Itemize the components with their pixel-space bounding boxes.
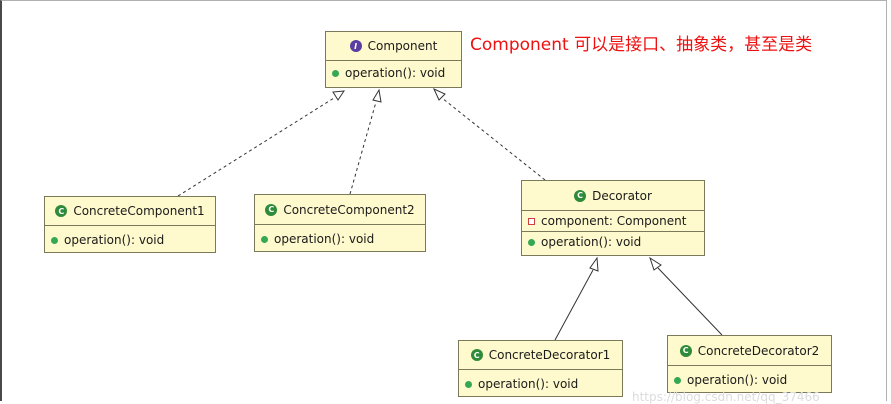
- realization-edge-cc1: [177, 97, 335, 197]
- method-signature: operation(): void: [478, 377, 579, 391]
- class-name: Decorator: [592, 188, 652, 203]
- private-field-icon: [528, 217, 535, 225]
- class-concrete-decorator-2[interactable]: C ConcreteDecorator2 operation(): void: [667, 335, 832, 393]
- class-name: ConcreteDecorator1: [488, 348, 611, 362]
- class-icon: C: [470, 349, 483, 361]
- class-header: C ConcreteDecorator1: [459, 341, 622, 370]
- annotation-note: Component 可以是接口、抽象类，甚至是类: [470, 35, 813, 55]
- method-row: operation(): void: [528, 234, 698, 250]
- class-name: Component: [367, 39, 438, 53]
- method-row: operation(): void: [332, 65, 455, 81]
- generalization-edge-cd2: [657, 267, 723, 336]
- public-method-icon: [465, 380, 472, 388]
- arrowhead-decorator: [432, 87, 446, 101]
- arrowhead-cd2: [649, 256, 662, 271]
- method-signature: operation(): void: [541, 235, 642, 249]
- method-row: operation(): void: [465, 376, 616, 392]
- class-name: ConcreteDecorator2: [697, 343, 820, 358]
- methods-section: operation(): void: [668, 366, 831, 391]
- class-icon: C: [55, 205, 68, 217]
- class-header: C Decorator: [522, 181, 704, 211]
- public-method-icon: [51, 236, 58, 244]
- realization-edge-cc2: [349, 101, 377, 195]
- class-concrete-decorator-1[interactable]: C ConcreteDecorator1 operation(): void: [458, 340, 623, 397]
- generalization-edge-cd1: [554, 269, 594, 341]
- class-decorator[interactable]: C Decorator component: Component operati…: [521, 180, 705, 256]
- methods-section: operation(): void: [45, 226, 215, 251]
- interface-icon: I: [349, 40, 362, 52]
- watermark-text: https://blog.csdn.net/qq_37466: [632, 390, 820, 404]
- methods-section: operation(): void: [522, 232, 704, 252]
- class-concrete-component-2[interactable]: C ConcreteComponent2 operation(): void: [254, 194, 426, 252]
- method-row: operation(): void: [261, 231, 419, 247]
- method-row: operation(): void: [674, 372, 825, 388]
- arrowhead-cc2: [372, 88, 382, 103]
- public-method-icon: [674, 376, 681, 384]
- realization-edge-decorator: [441, 97, 546, 181]
- public-method-icon: [332, 69, 339, 77]
- class-name: ConcreteComponent2: [283, 202, 415, 217]
- method-signature: operation(): void: [687, 373, 788, 387]
- class-header: C ConcreteDecorator2: [668, 336, 831, 366]
- class-icon: C: [679, 344, 692, 357]
- methods-section: operation(): void: [326, 61, 461, 84]
- public-method-icon: [261, 235, 268, 243]
- field-row: component: Component: [528, 213, 698, 229]
- fields-section: component: Component: [522, 211, 704, 232]
- class-component[interactable]: I Component operation(): void: [325, 31, 462, 88]
- class-header: C ConcreteComponent2: [255, 195, 425, 225]
- method-signature: operation(): void: [345, 66, 446, 80]
- class-icon: C: [265, 203, 278, 216]
- class-icon: C: [574, 189, 587, 202]
- method-signature: operation(): void: [274, 232, 375, 246]
- arrowhead-cc1: [332, 90, 345, 101]
- class-header: C ConcreteComponent1: [45, 197, 215, 226]
- class-header: I Component: [326, 32, 461, 61]
- public-method-icon: [528, 238, 535, 246]
- class-name: ConcreteComponent1: [73, 204, 205, 218]
- arrowhead-cd1: [589, 256, 599, 272]
- method-row: operation(): void: [51, 232, 209, 248]
- class-concrete-component-1[interactable]: C ConcreteComponent1 operation(): void: [44, 196, 216, 253]
- field-signature: component: Component: [541, 214, 687, 228]
- methods-section: operation(): void: [255, 225, 425, 250]
- methods-section: operation(): void: [459, 370, 622, 395]
- method-signature: operation(): void: [64, 233, 165, 247]
